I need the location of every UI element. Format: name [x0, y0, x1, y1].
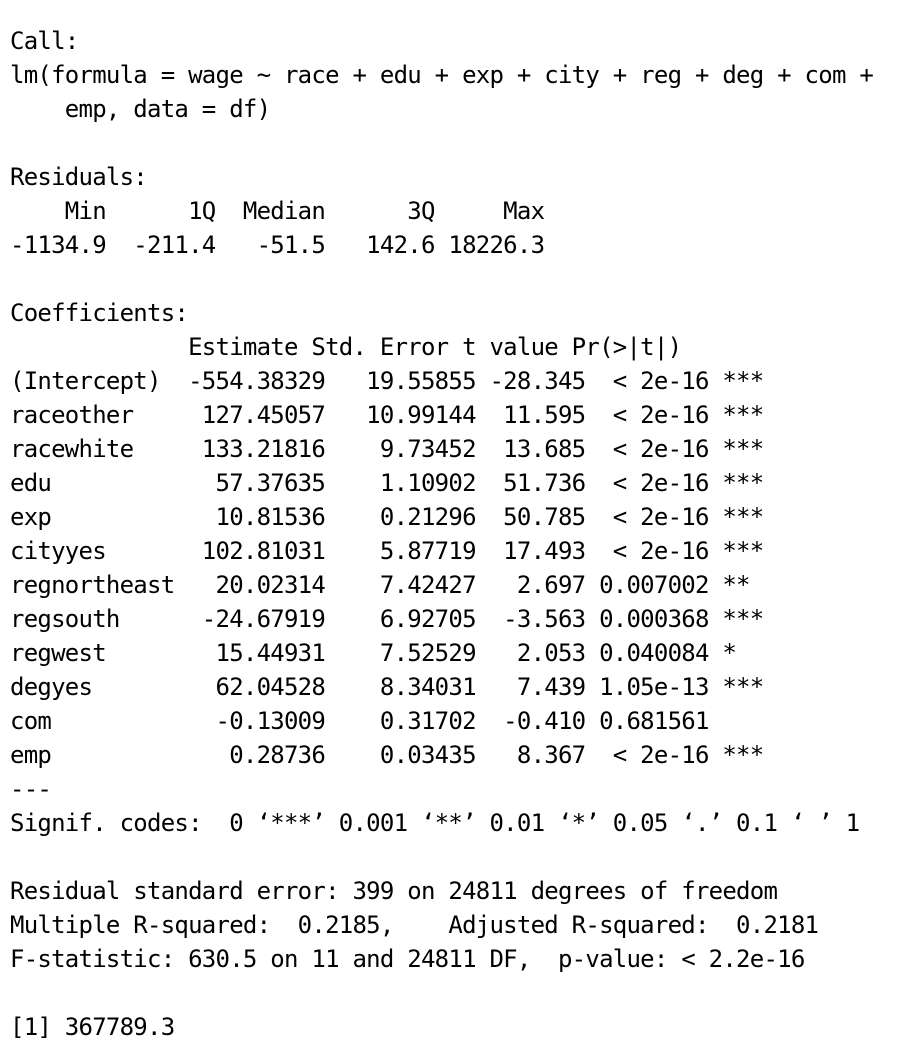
coefficient-row-emp: emp 0.28736 0.03435 8.367 < 2e-16 *** — [10, 741, 764, 769]
coefficients-header: Coefficients: — [10, 299, 189, 327]
coefficient-row-degyes: degyes 62.04528 8.34031 7.439 1.05e-13 *… — [10, 673, 764, 701]
residuals-labels: Min 1Q Median 3Q Max — [10, 197, 545, 225]
call-header: Call: — [10, 27, 79, 55]
coefficient-row-regsouth: regsouth -24.67919 6.92705 -3.563 0.0003… — [10, 605, 764, 633]
coefficient-row-raceother: raceother 127.45057 10.99144 11.595 < 2e… — [10, 401, 764, 429]
r-squared-line: Multiple R-squared: 0.2185, Adjusted R-s… — [10, 911, 832, 939]
call-formula-line-2: emp, data = df) — [10, 95, 271, 123]
coefficient-row-edu: edu 57.37635 1.10902 51.736 < 2e-16 *** — [10, 469, 764, 497]
coefficient-row-racewhite: racewhite 133.21816 9.73452 13.685 < 2e-… — [10, 435, 764, 463]
residual-standard-error: Residual standard error: 399 on 24811 de… — [10, 877, 778, 905]
f-statistic-line: F-statistic: 630.5 on 11 and 24811 DF, p… — [10, 945, 805, 973]
coefficient-row-regnortheast: regnortheast 20.02314 7.42427 2.697 0.00… — [10, 571, 764, 599]
printed-output: [1] 367789.3 — [10, 1013, 175, 1041]
coefficient-row-exp: exp 10.81536 0.21296 50.785 < 2e-16 *** — [10, 503, 764, 531]
coefficient-row-com: com -0.13009 0.31702 -0.410 0.681561 — [10, 707, 764, 735]
call-formula-line-1: lm(formula = wage ~ race + edu + exp + c… — [10, 61, 874, 89]
coefficient-row-cityyes: cityyes 102.81031 5.87719 17.493 < 2e-16… — [10, 537, 764, 565]
coefficient-row-regwest: regwest 15.44931 7.52529 2.053 0.040084 … — [10, 639, 764, 667]
signif-codes: Signif. codes: 0 ‘***’ 0.001 ‘**’ 0.01 ‘… — [10, 809, 860, 837]
coefficient-row-intercept: (Intercept) -554.38329 19.55855 -28.345 … — [10, 367, 764, 395]
coefficients-separator: --- — [10, 775, 52, 803]
residuals-header: Residuals: — [10, 163, 148, 191]
coefficients-column-headers: Estimate Std. Error t value Pr(>|t|) — [10, 333, 737, 361]
r-console-output: Call: lm(formula = wage ~ race + edu + e… — [10, 24, 920, 1044]
residuals-values: -1134.9 -211.4 -51.5 142.6 18226.3 — [10, 231, 545, 259]
